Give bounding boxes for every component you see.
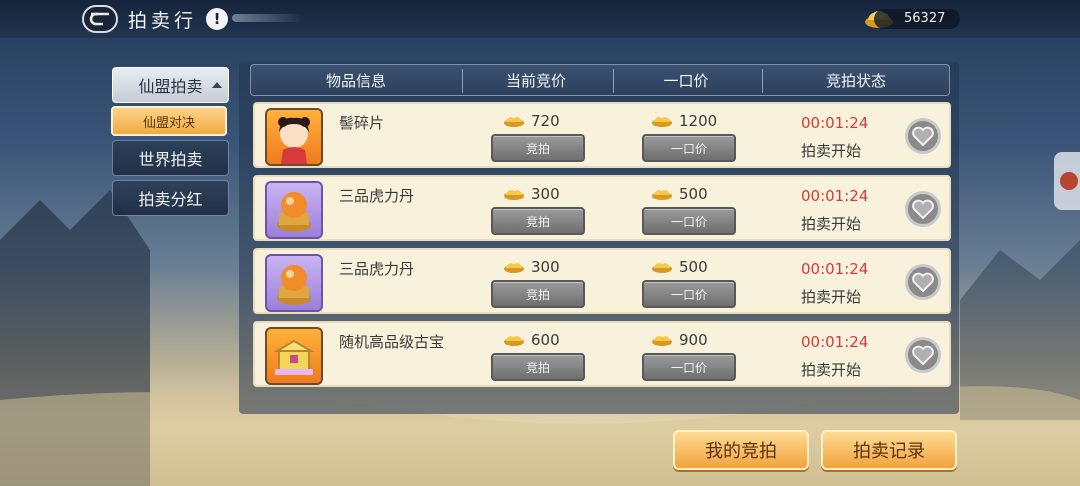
treasure-chest-icon[interactable]	[265, 327, 323, 385]
heart-icon[interactable]	[905, 337, 941, 373]
current-bid: 300	[503, 258, 560, 276]
currency-amount: 56327	[874, 9, 960, 29]
bid-value: 600	[531, 331, 560, 349]
current-bid: 600	[503, 331, 560, 349]
tab-world-auction[interactable]: 世界拍卖	[112, 140, 229, 176]
table-row: 三品虎力丹 300 竞拍 500 一口价 00:01:24 拍卖开始	[253, 248, 951, 314]
buyout-price: 500	[651, 185, 708, 203]
heart-icon[interactable]	[905, 264, 941, 300]
column-header: 竞拍状态	[825, 72, 886, 90]
current-bid: 300	[503, 185, 560, 203]
auction-status: 拍卖开始	[801, 215, 862, 233]
back-arrow-icon[interactable]	[82, 5, 118, 33]
tab-label: 仙盟拍卖	[138, 77, 203, 96]
gold-ingot-icon	[504, 117, 524, 127]
side-drawer-handle[interactable]	[1054, 152, 1080, 210]
divider	[613, 69, 614, 93]
gold-ingot-icon	[652, 336, 672, 346]
item-name: 随机高品级古宝	[339, 333, 445, 351]
table-row: 随机高品级古宝 600 竞拍 900 一口价 00:01:24 拍卖开始	[253, 321, 951, 387]
countdown-timer: 00:01:24	[801, 187, 869, 205]
bid-button[interactable]: 竞拍	[491, 353, 585, 381]
divider	[462, 69, 463, 93]
bid-value: 720	[531, 112, 560, 130]
bid-button[interactable]: 竞拍	[491, 280, 585, 308]
column-header: 当前竞价	[505, 72, 566, 90]
subtab-alliance-duel[interactable]: 仙盟对决	[111, 106, 227, 136]
pill-orb-icon[interactable]	[265, 254, 323, 312]
gold-ingot-icon	[652, 190, 672, 200]
buyout-price: 1200	[651, 112, 717, 130]
bid-value: 300	[531, 185, 560, 203]
buyout-value: 1200	[679, 112, 718, 130]
tab-auction-dividend[interactable]: 拍卖分红	[112, 180, 229, 216]
buyout-button[interactable]: 一口价	[642, 207, 736, 235]
buyout-button[interactable]: 一口价	[642, 134, 736, 162]
divider	[762, 69, 763, 93]
tab-alliance-auction[interactable]: 仙盟拍卖	[112, 67, 229, 103]
auction-log-button[interactable]: 拍卖记录	[821, 430, 957, 470]
item-name: 髻碎片	[339, 114, 385, 132]
buyout-price: 900	[651, 331, 708, 349]
collapse-arrow-icon	[212, 82, 222, 88]
gold-ingot-icon	[652, 117, 672, 127]
auction-status: 拍卖开始	[801, 142, 862, 160]
countdown-timer: 00:01:24	[801, 114, 869, 132]
countdown-timer: 00:01:24	[801, 333, 869, 351]
gold-ingot-icon	[504, 190, 524, 200]
buyout-value: 900	[679, 331, 708, 349]
title-ribbon	[232, 14, 302, 22]
current-bid: 720	[503, 112, 560, 130]
buyout-price: 500	[651, 258, 708, 276]
bid-value: 300	[531, 258, 560, 276]
column-header: 物品信息	[325, 72, 386, 90]
heart-icon[interactable]	[905, 191, 941, 227]
countdown-timer: 00:01:24	[801, 260, 869, 278]
buyout-value: 500	[679, 185, 708, 203]
bid-button[interactable]: 竞拍	[491, 134, 585, 162]
character-portrait-icon[interactable]	[265, 108, 323, 166]
help-icon[interactable]: !	[206, 8, 228, 30]
auction-status: 拍卖开始	[801, 288, 862, 306]
gold-ingot-icon	[504, 336, 524, 346]
bid-button[interactable]: 竞拍	[491, 207, 585, 235]
item-name: 三品虎力丹	[339, 187, 415, 205]
auction-status: 拍卖开始	[801, 361, 862, 379]
gold-ingot-icon	[652, 263, 672, 273]
column-header: 一口价	[663, 72, 709, 90]
my-bids-button[interactable]: 我的竞拍	[673, 430, 809, 470]
buyout-button[interactable]: 一口价	[642, 280, 736, 308]
page-title: 拍卖行	[128, 10, 198, 32]
table-row: 三品虎力丹 300 竞拍 500 一口价 00:01:24 拍卖开始	[253, 175, 951, 241]
pill-orb-icon[interactable]	[265, 181, 323, 239]
tab-label: 拍卖分红	[138, 190, 203, 209]
table-header: 物品信息 当前竞价 一口价 竞拍状态	[250, 64, 950, 96]
buyout-value: 500	[679, 258, 708, 276]
item-name: 三品虎力丹	[339, 260, 415, 278]
emblem-icon	[1060, 172, 1078, 190]
table-row: 髻碎片 720 竞拍 1200 一口价 00:01:24 拍卖开始	[253, 102, 951, 168]
buyout-button[interactable]: 一口价	[642, 353, 736, 381]
tab-label: 世界拍卖	[138, 150, 203, 169]
gold-ingot-icon	[504, 263, 524, 273]
heart-icon[interactable]	[905, 118, 941, 154]
